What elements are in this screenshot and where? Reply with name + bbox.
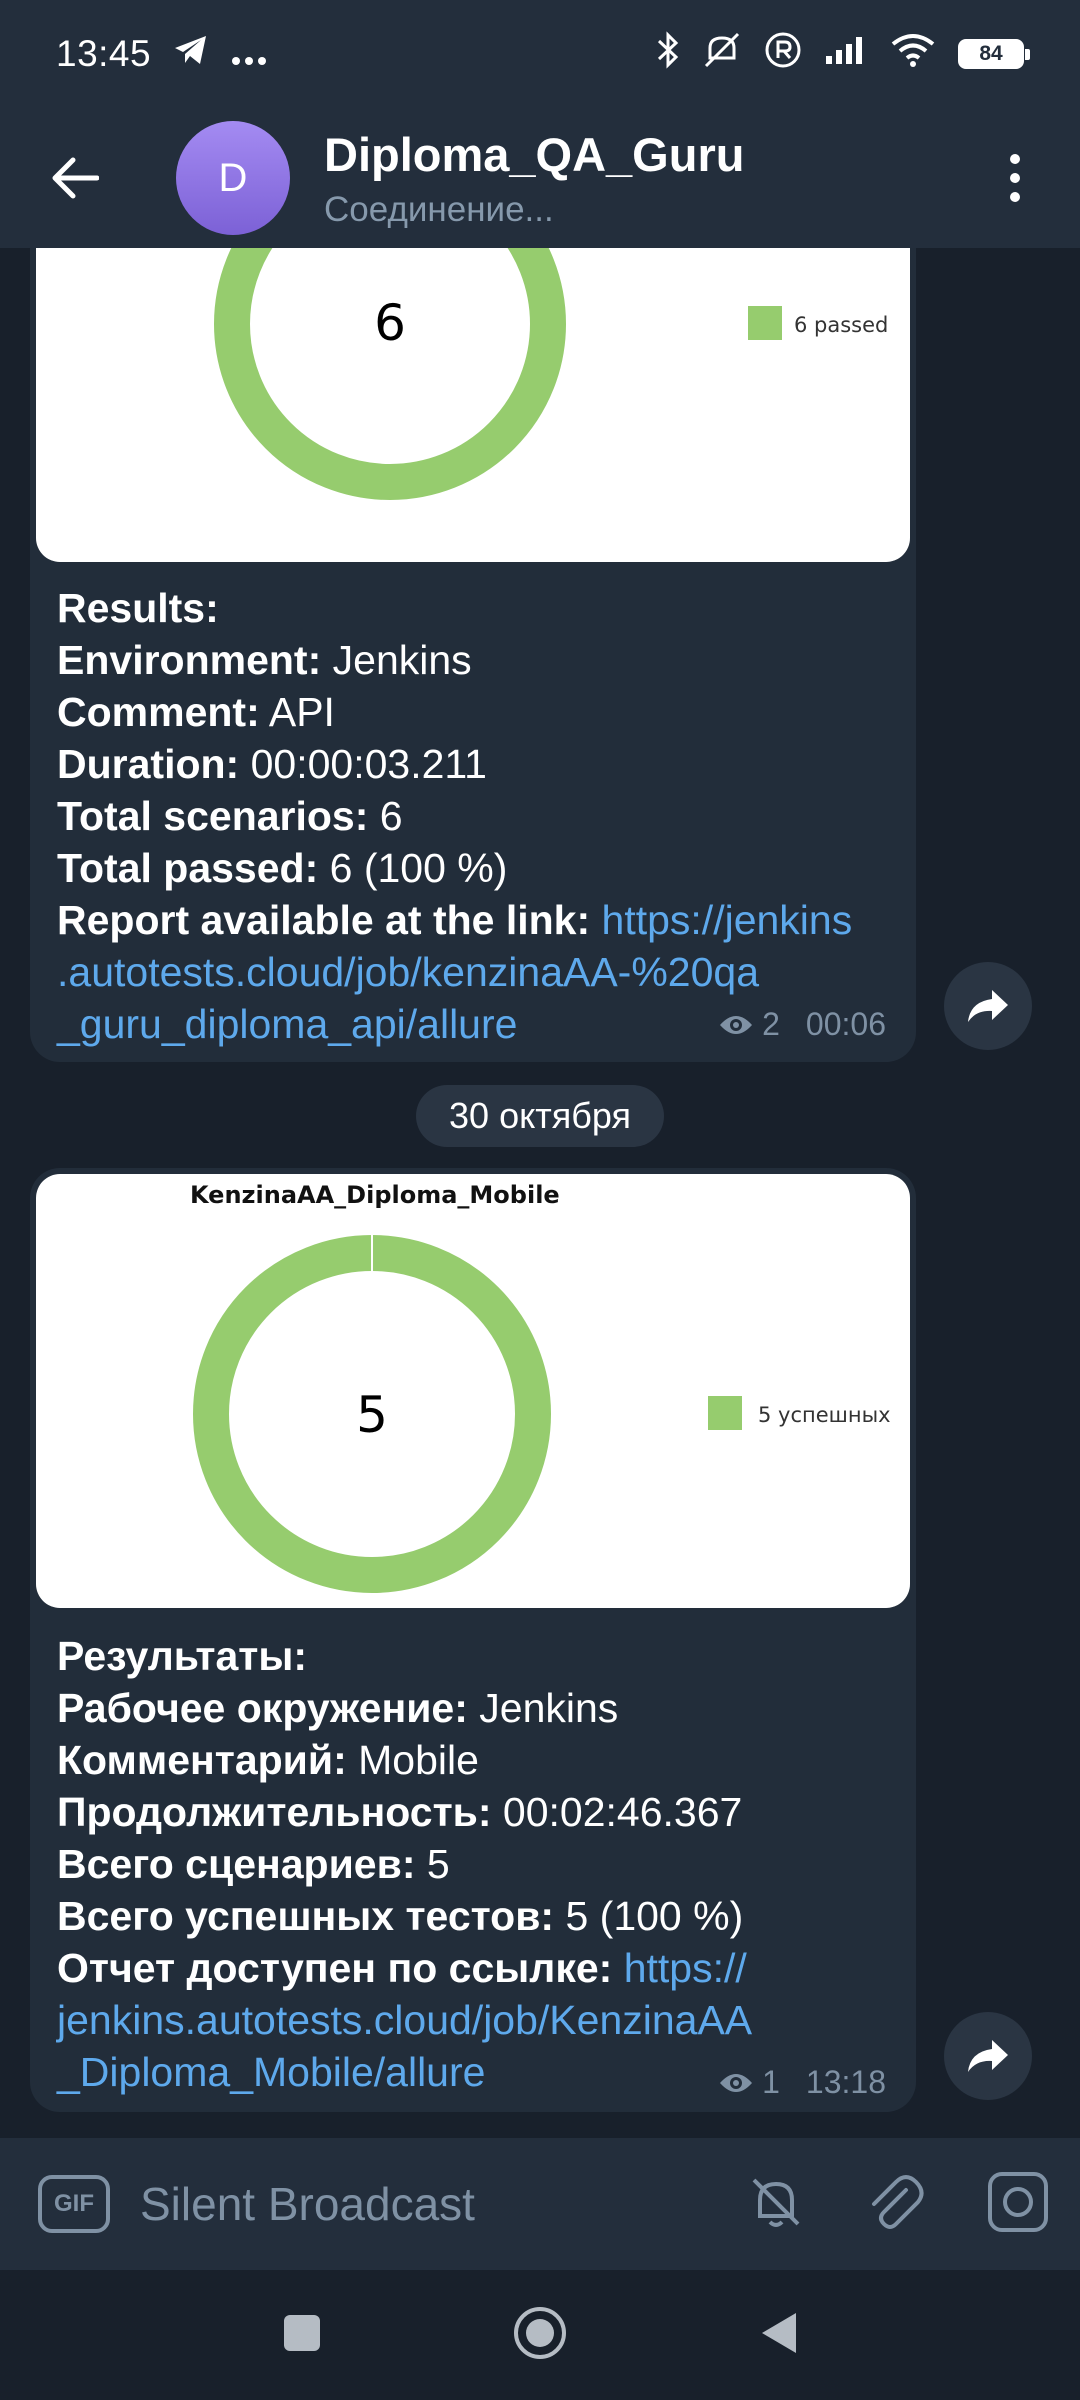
line-label: Рабочее окружение: — [57, 1685, 468, 1731]
text-line: Results: — [57, 582, 852, 634]
status-bar: 13:45 84 — [0, 0, 1080, 108]
line-label: Всего сценариев: — [57, 1841, 416, 1887]
camera-icon[interactable] — [986, 2170, 1050, 2239]
back-button[interactable] — [0, 108, 150, 248]
line-label: Отчет доступен по ссылке: — [57, 1945, 613, 1991]
forward-button[interactable] — [944, 2012, 1032, 2100]
line-label: Результаты: — [57, 1633, 308, 1679]
chat-header: D Diploma_QA_Guru Соединение... — [0, 108, 1080, 248]
report-chart-image[interactable]: 6 6 passed — [36, 248, 910, 562]
report-link-cont[interactable]: .autotests.cloud/job/kenzinaAA-%20qa — [57, 946, 852, 998]
message-text: Results: Environment: Jenkins Comment: A… — [57, 582, 852, 1050]
telegram-icon — [173, 33, 209, 75]
chat-info[interactable]: Diploma_QA_Guru Соединение... — [324, 127, 744, 230]
text-line: Всего сценариев: 5 — [57, 1841, 450, 1887]
silent-mode-icon — [702, 30, 742, 79]
report-link[interactable]: https:// — [612, 1945, 747, 1991]
signal-icon — [824, 33, 868, 75]
more-vert-icon — [1010, 154, 1020, 202]
text-line: Environment: Jenkins — [57, 637, 472, 683]
donut-center-value: 6 — [374, 294, 406, 352]
wifi-icon — [890, 32, 936, 77]
avatar[interactable]: D — [176, 121, 290, 235]
date-separator: 30 октября — [416, 1085, 664, 1147]
text-line: Total passed: 6 (100 %) — [57, 845, 508, 891]
line-label: Report available at the link: — [57, 897, 591, 943]
forward-icon — [968, 2040, 1008, 2072]
text-line: Результаты: — [57, 1630, 752, 1682]
line-label: Продолжительность: — [57, 1789, 492, 1835]
message-text: Результаты: Рабочее окружение: Jenkins К… — [57, 1630, 752, 2098]
text-line: Продолжительность: 00:02:46.367 — [57, 1789, 743, 1835]
text-line: Report available at the link: https://je… — [57, 894, 852, 946]
chart-title: KenzinaAA_Diploma_Mobile — [190, 1181, 560, 1209]
chat-status: Соединение... — [324, 189, 554, 229]
legend-label: 5 успешных — [758, 1403, 891, 1427]
notifications-off-icon[interactable] — [746, 2172, 806, 2237]
views-icon — [720, 2073, 753, 2092]
message-time: 00:06 — [805, 1006, 886, 1042]
forward-button[interactable] — [944, 962, 1032, 1050]
message-bubble[interactable]: KenzinaAA_Diploma_Mobile 5 5 успешных Ре… — [30, 1168, 916, 2112]
report-link-cont[interactable]: _Diploma_Mobile/allure — [57, 2046, 752, 2098]
report-link-cont[interactable]: jenkins.autotests.cloud/job/KenzinaAA — [57, 1994, 752, 2046]
home-icon[interactable] — [512, 2305, 568, 2366]
text-line: Comment: API — [57, 689, 335, 735]
report-chart-image[interactable]: KenzinaAA_Diploma_Mobile 5 5 успешных — [36, 1174, 910, 1608]
message-input-bar: GIF Silent Broadcast — [0, 2138, 1080, 2270]
legend-swatch — [708, 1396, 742, 1430]
donut-center-value: 5 — [356, 1386, 388, 1444]
line-label: Duration: — [57, 741, 240, 787]
message-bubble[interactable]: 6 6 passed Results: Environment: Jenkins… — [30, 248, 916, 1062]
line-label: Total passed: — [57, 845, 319, 891]
line-label: Results: — [57, 585, 219, 631]
message-meta: 1 13:18 — [718, 2064, 886, 2101]
chat-area[interactable]: 6 6 passed Results: Environment: Jenkins… — [0, 248, 1080, 2138]
battery-icon: 84 — [958, 39, 1030, 69]
views-count: 2 — [762, 1006, 780, 1042]
line-label: Комментарий: — [57, 1737, 347, 1783]
line-label: Total scenarios: — [57, 793, 369, 839]
more-options-button[interactable] — [980, 138, 1050, 218]
back-arrow-icon — [52, 157, 99, 199]
donut-chart: 6 6 passed — [214, 248, 888, 500]
line-label: Всего успешных тестов: — [57, 1893, 555, 1939]
views-icon — [720, 1015, 753, 1034]
bluetooth-icon — [656, 30, 680, 78]
message-meta: 2 00:06 — [718, 1006, 886, 1043]
message-input[interactable]: Silent Broadcast — [140, 2177, 475, 2231]
back-nav-icon[interactable] — [758, 2311, 798, 2360]
chat-title: Diploma_QA_Guru — [324, 127, 745, 181]
text-line: Комментарий: Mobile — [57, 1737, 479, 1783]
attach-icon[interactable] — [866, 2172, 926, 2237]
views-count: 1 — [762, 2064, 780, 2100]
line-label: Environment: — [57, 637, 322, 683]
recents-icon[interactable] — [282, 2313, 322, 2358]
registered-icon — [764, 31, 802, 78]
message-time: 13:18 — [805, 2064, 886, 2100]
report-link[interactable]: https://jenkins — [590, 897, 853, 943]
system-nav-bar — [0, 2270, 1080, 2400]
forward-icon — [968, 990, 1008, 1022]
text-line: Всего успешных тестов: 5 (100 %) — [57, 1893, 744, 1939]
gif-button[interactable]: GIF — [38, 2175, 110, 2233]
line-label: Comment: — [57, 689, 260, 735]
avatar-letter: D — [218, 155, 248, 200]
legend-label: 6 passed — [794, 313, 888, 337]
battery-level: 84 — [979, 42, 1003, 65]
text-line: Duration: 00:00:03.211 — [57, 741, 487, 787]
more-notifications-icon — [231, 33, 267, 75]
text-line: Рабочее окружение: Jenkins — [57, 1685, 619, 1731]
legend-swatch — [748, 306, 782, 340]
donut-ring — [214, 248, 566, 500]
status-time: 13:45 — [56, 33, 152, 74]
text-line: Total scenarios: 6 — [57, 793, 403, 839]
text-line: Отчет доступен по ссылке: https:// — [57, 1942, 752, 1994]
donut-chart: KenzinaAA_Diploma_Mobile 5 5 успешных — [190, 1181, 891, 1593]
